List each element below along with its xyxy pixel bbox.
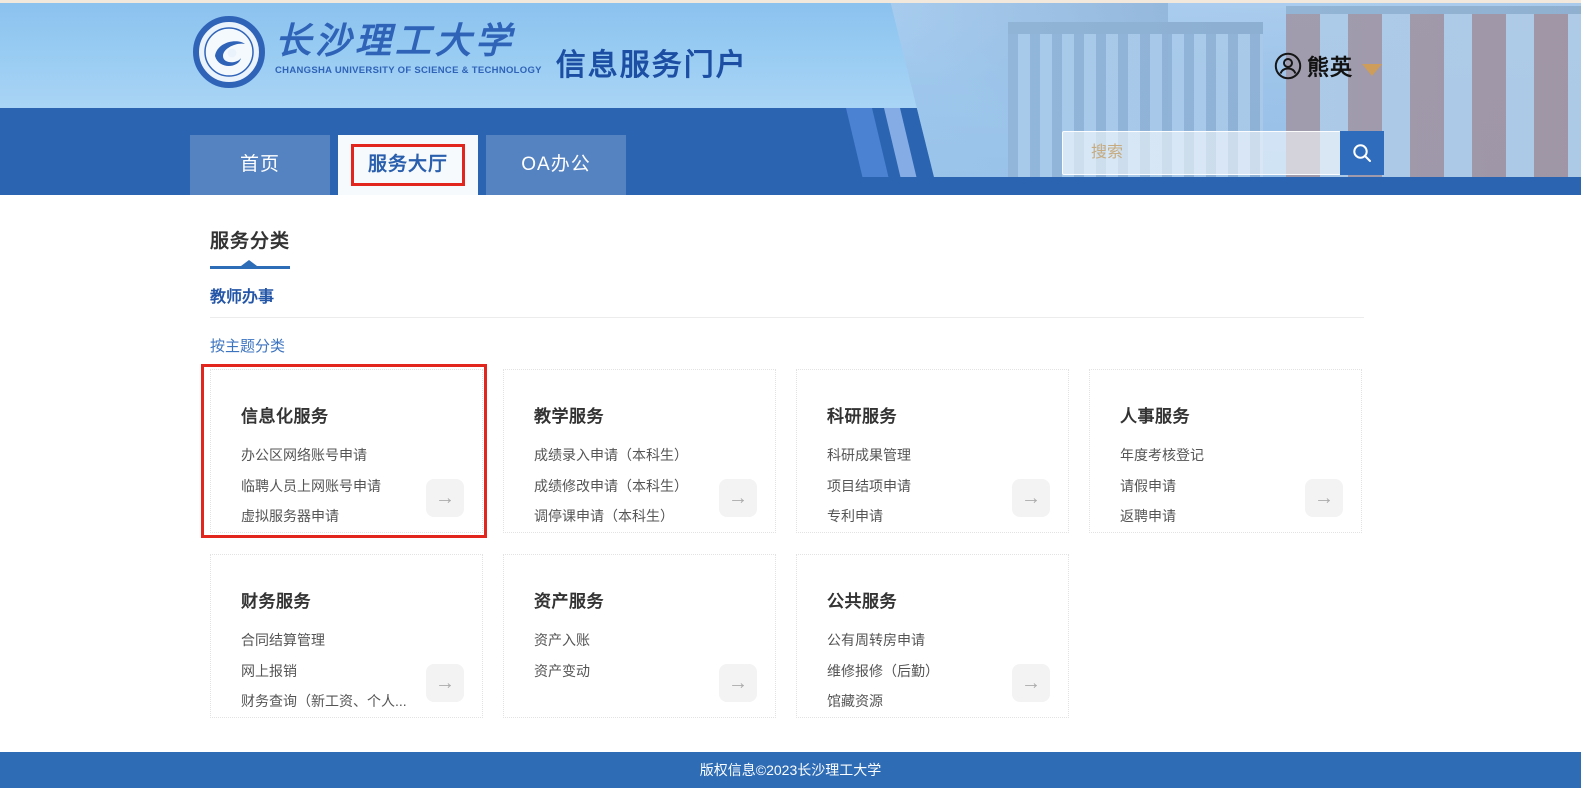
category-tab-teacher[interactable]: 教师办事 [210, 283, 1364, 307]
arrow-right-icon: → [435, 672, 455, 695]
service-link[interactable]: 科研成果管理 [827, 440, 1068, 471]
card-title: 人事服务 [1120, 402, 1361, 427]
card-more-button[interactable]: → [719, 664, 757, 702]
university-name-en: CHANGSHA UNIVERSITY OF SCIENCE & TECHNOL… [275, 65, 542, 76]
service-link[interactable]: 办公区网络账号申请 [241, 440, 482, 471]
user-avatar-icon [1274, 52, 1302, 80]
service-card-information[interactable]: 信息化服务 办公区网络账号申请 临聘人员上网账号申请 虚拟服务器申请 → [210, 369, 483, 533]
tab-home[interactable]: 首页 [190, 135, 330, 195]
service-card-hr[interactable]: 人事服务 年度考核登记 请假申请 返聘申请 → [1089, 369, 1362, 533]
card-more-button[interactable]: → [426, 664, 464, 702]
search-input[interactable] [1062, 131, 1340, 175]
card-more-button[interactable]: → [1012, 479, 1050, 517]
theme-filter-link[interactable]: 按主题分类 [210, 335, 1364, 356]
footer: 版权信息©2023长沙理工大学 [0, 752, 1581, 788]
card-more-button[interactable]: → [1012, 664, 1050, 702]
service-link[interactable]: 合同结算管理 [241, 625, 482, 656]
arrow-right-icon: → [1021, 672, 1041, 695]
service-card-assets[interactable]: 资产服务 资产入账 资产变动 → [503, 554, 776, 718]
user-name: 熊英 [1307, 50, 1353, 82]
tab-service-hall-label: 服务大厅 [368, 154, 448, 175]
copyright-text: 版权信息©2023长沙理工大学 [700, 760, 881, 780]
divider [210, 317, 1364, 318]
service-link[interactable]: 成绩录入申请（本科生） [534, 440, 775, 471]
arrow-right-icon: → [728, 672, 748, 695]
service-card-finance[interactable]: 财务服务 合同结算管理 网上报销 财务查询（新工资、个人... → [210, 554, 483, 718]
section-title-underline [210, 266, 290, 269]
header: 长沙理工大学 CHANGSHA UNIVERSITY OF SCIENCE & … [0, 0, 1581, 195]
card-title: 科研服务 [827, 402, 1068, 427]
service-card-public[interactable]: 公共服务 公有周转房申请 维修报修（后勤） 馆藏资源 → [796, 554, 1069, 718]
card-more-button[interactable]: → [426, 479, 464, 517]
arrow-right-icon: → [1314, 487, 1334, 510]
section-title: 服务分类 [210, 195, 1364, 253]
search-icon [1351, 142, 1373, 164]
arrow-right-icon: → [1021, 487, 1041, 510]
card-title: 公共服务 [827, 587, 1068, 612]
service-card-teaching[interactable]: 教学服务 成绩录入申请（本科生） 成绩修改申请（本科生） 调停课申请（本科生） … [503, 369, 776, 533]
service-link[interactable]: 公有周转房申请 [827, 625, 1068, 656]
user-caret-icon [1362, 64, 1382, 76]
card-title: 财务服务 [241, 587, 482, 612]
decorative-stripe [846, 108, 888, 177]
service-cards-grid: 信息化服务 办公区网络账号申请 临聘人员上网账号申请 虚拟服务器申请 → 教学服… [210, 369, 1364, 718]
service-link[interactable]: 年度考核登记 [1120, 440, 1361, 471]
decorative-stripe [884, 108, 916, 177]
main-content: 服务分类 教师办事 按主题分类 信息化服务 办公区网络账号申请 临聘人员上网账号… [0, 195, 1581, 718]
search-bar [1062, 131, 1384, 175]
card-more-button[interactable]: → [719, 479, 757, 517]
tab-oa-office[interactable]: OA办公 [486, 135, 626, 195]
tab-service-hall[interactable]: 服务大厅 [338, 135, 478, 195]
top-edge-strip [0, 0, 1581, 3]
service-link[interactable]: 资产入账 [534, 625, 775, 656]
card-title: 教学服务 [534, 402, 775, 427]
card-more-button[interactable]: → [1305, 479, 1343, 517]
card-title: 信息化服务 [241, 402, 482, 427]
brand: 长沙理工大学 CHANGSHA UNIVERSITY OF SCIENCE & … [193, 16, 748, 88]
arrow-right-icon: → [435, 487, 455, 510]
service-card-research[interactable]: 科研服务 科研成果管理 项目结项申请 专利申请 → [796, 369, 1069, 533]
card-title: 资产服务 [534, 587, 775, 612]
search-button[interactable] [1340, 131, 1384, 175]
user-menu[interactable]: 熊英 [1274, 50, 1382, 82]
arrow-right-icon: → [728, 487, 748, 510]
university-logo-icon [193, 16, 265, 88]
main-nav: 首页 服务大厅 OA办公 [190, 135, 626, 195]
university-name-cn: 长沙理工大学 [275, 20, 542, 62]
portal-title: 信息服务门户 [556, 40, 748, 84]
